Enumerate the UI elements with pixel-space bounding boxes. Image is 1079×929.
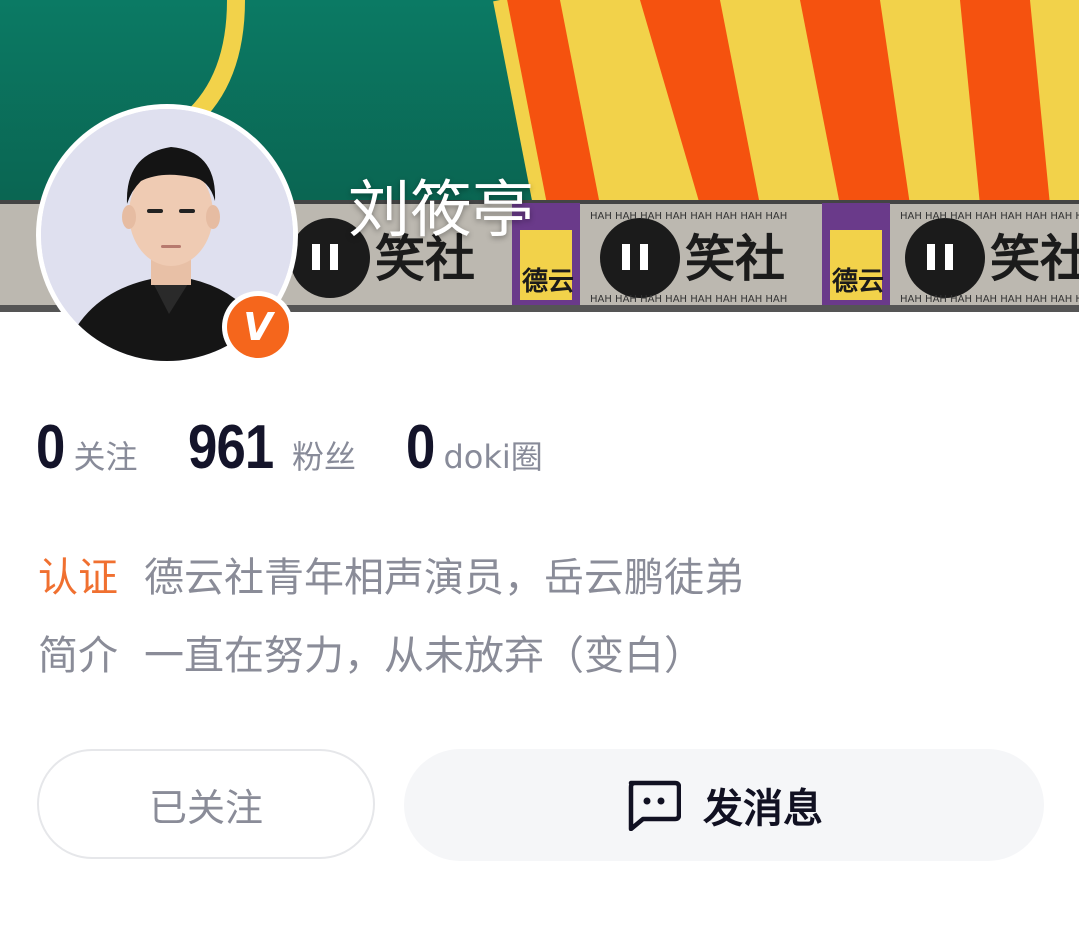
stat-label: doki圈 — [443, 438, 543, 476]
stat-label: 粉丝 — [291, 438, 356, 476]
stat-count: 0 — [405, 413, 435, 482]
certification-label: 认证 — [38, 555, 118, 601]
stat-count: 961 — [187, 413, 274, 482]
stat-label: 关注 — [73, 438, 138, 476]
stat-doki[interactable]: 0 doki圈 — [406, 412, 543, 483]
certification-text: 德云社青年相声演员，岳云鹏徒弟 — [144, 555, 744, 601]
followed-button[interactable]: 已关注 — [37, 749, 375, 859]
message-icon — [625, 779, 682, 832]
send-message-label: 发消息 — [703, 786, 823, 832]
svg-text:HAH HAH HAH HAH HAH HAH HAH HA: HAH HAH HAH HAH HAH HAH HAH HAH — [900, 294, 1079, 305]
profile-name: 刘筱亭 — [348, 173, 535, 246]
svg-text:HAH HAH HAH HAH HAH HAH HAH HA: HAH HAH HAH HAH HAH HAH HAH HAH — [590, 211, 787, 222]
verified-v-icon: V — [222, 291, 294, 363]
svg-text:笑社: 笑社 — [990, 230, 1079, 288]
intro-row: 简介 一直在努力，从未放弃（变白） — [38, 623, 704, 681]
send-message-button[interactable]: 发消息 — [404, 749, 1044, 861]
svg-text:德云: 德云 — [522, 267, 574, 297]
stat-fans[interactable]: 961 粉丝 — [188, 412, 356, 483]
svg-text:笑社: 笑社 — [685, 230, 785, 288]
stat-count: 0 — [36, 413, 65, 482]
certification-row: 认证 德云社青年相声演员，岳云鹏徒弟 — [38, 545, 744, 603]
svg-text:德云: 德云 — [832, 267, 884, 297]
stat-following[interactable]: 0 关注 — [36, 412, 138, 483]
svg-text:HAH HAH HAH HAH HAH HAH HAH HA: HAH HAH HAH HAH HAH HAH HAH HAH — [900, 211, 1079, 222]
svg-text:HAH HAH HAH HAH HAH HAH HAH HA: HAH HAH HAH HAH HAH HAH HAH HAH — [590, 294, 787, 305]
stats-row: 0 关注 961 粉丝 0 doki圈 — [36, 412, 593, 482]
intro-label: 简介 — [38, 633, 118, 679]
intro-text: 一直在努力，从未放弃（变白） — [144, 633, 704, 679]
